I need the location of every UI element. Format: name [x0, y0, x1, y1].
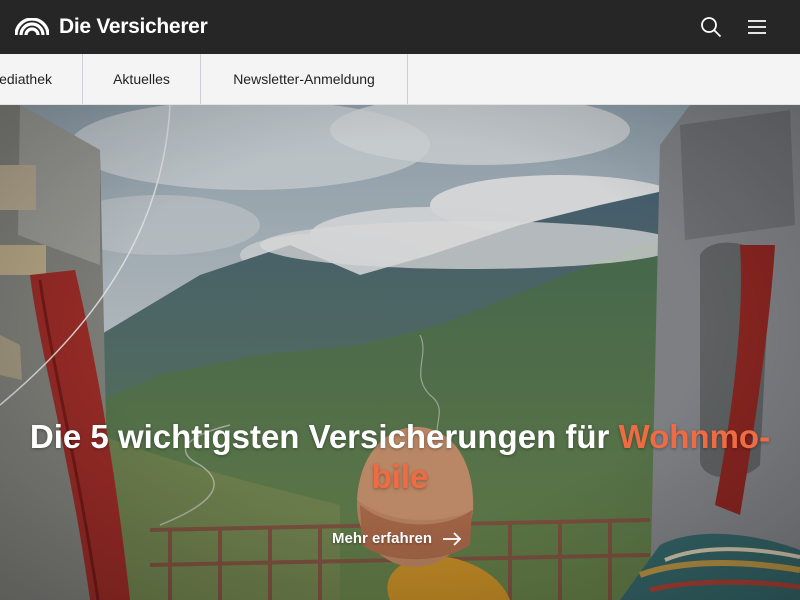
menu-button[interactable]: [746, 16, 768, 38]
logo-icon: [15, 18, 49, 36]
sub-navigation: ediathek Aktuelles Newsletter-Anmeldung: [0, 54, 800, 105]
menu-icon: [748, 20, 766, 34]
nav-item-mediathek[interactable]: ediathek: [0, 54, 83, 104]
mehr-erfahren-link[interactable]: Mehr erfahren: [332, 530, 462, 547]
nav-item-newsletter[interactable]: Newsletter-Anmeldung: [201, 54, 408, 104]
header-actions: [700, 16, 768, 38]
site-header: Die Versicherer: [0, 0, 800, 54]
brand-logo[interactable]: Die Versicherer: [15, 15, 208, 39]
nav-item-label: Aktuelles: [113, 71, 170, 87]
nav-item-label: ediathek: [0, 71, 52, 87]
hero-title-main: Die 5 wichtigsten Versicherungen für: [29, 418, 619, 455]
nav-item-aktuelles[interactable]: Aktuelles: [83, 54, 201, 104]
search-icon: [701, 17, 722, 38]
search-button[interactable]: [700, 16, 722, 38]
hero-image: [0, 105, 800, 600]
hero-banner: Die 5 wichtigsten Versicherungen für Woh…: [0, 105, 800, 600]
brand-name: Die Versicherer: [59, 15, 208, 38]
arrow-right-icon: [443, 531, 462, 546]
hero-title-accent-continued: bile: [371, 458, 429, 495]
hero-title-accent: Wohnmo-: [618, 418, 771, 455]
cta-label: Mehr erfahren: [332, 530, 433, 547]
hero-headline: Die 5 wichtigsten Versicherungen für Woh…: [0, 417, 800, 497]
nav-item-label: Newsletter-Anmeldung: [233, 71, 375, 87]
